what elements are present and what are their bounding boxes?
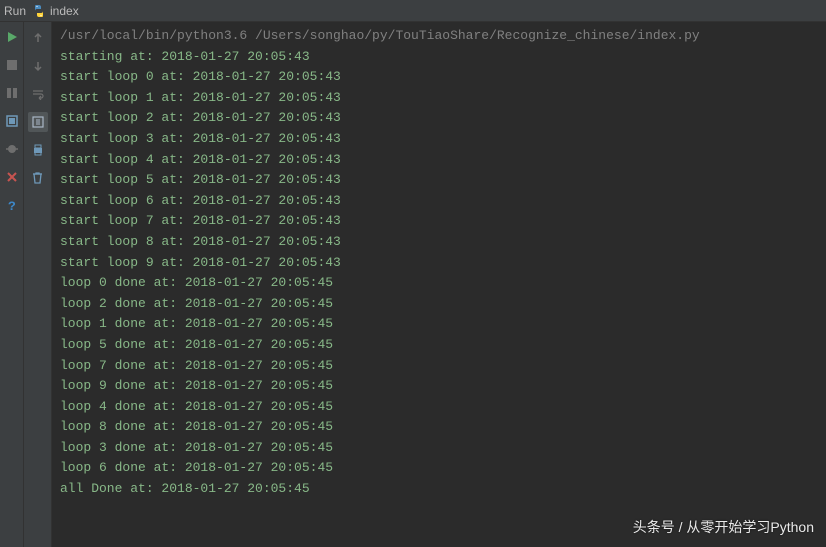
- main-area: ? /usr/local/bin/python3.6 /Users/songha…: [0, 22, 826, 547]
- watermark-text: 头条号 / 从零开始学习Python: [633, 517, 814, 537]
- console-line: all Done at: 2018-01-27 20:05:45: [60, 479, 818, 500]
- run-left-toolbar: ?: [0, 22, 24, 547]
- console-line: loop 0 done at: 2018-01-27 20:05:45: [60, 273, 818, 294]
- down-stack-button[interactable]: [28, 56, 48, 76]
- console-line: loop 9 done at: 2018-01-27 20:05:45: [60, 376, 818, 397]
- console-line: loop 6 done at: 2018-01-27 20:05:45: [60, 458, 818, 479]
- scroll-to-end-button[interactable]: [28, 112, 48, 132]
- rerun-button[interactable]: [3, 28, 21, 46]
- svg-text:?: ?: [8, 199, 16, 212]
- console-line: start loop 2 at: 2018-01-27 20:05:43: [60, 108, 818, 129]
- console-line: start loop 8 at: 2018-01-27 20:05:43: [60, 232, 818, 253]
- pause-button[interactable]: [3, 84, 21, 102]
- console-line: loop 5 done at: 2018-01-27 20:05:45: [60, 335, 818, 356]
- run-secondary-toolbar: [24, 22, 52, 547]
- run-config-name[interactable]: index: [50, 4, 79, 18]
- attach-debugger-button[interactable]: [3, 140, 21, 158]
- run-label: Run: [4, 4, 32, 18]
- console-line: start loop 3 at: 2018-01-27 20:05:43: [60, 129, 818, 150]
- clear-all-button[interactable]: [28, 168, 48, 188]
- close-button[interactable]: [3, 168, 21, 186]
- python-file-icon: [32, 4, 46, 18]
- console-line: loop 1 done at: 2018-01-27 20:05:45: [60, 314, 818, 335]
- console-line: loop 3 done at: 2018-01-27 20:05:45: [60, 438, 818, 459]
- console-line: loop 7 done at: 2018-01-27 20:05:45: [60, 356, 818, 377]
- soft-wrap-button[interactable]: [28, 84, 48, 104]
- console-line: start loop 7 at: 2018-01-27 20:05:43: [60, 211, 818, 232]
- console-line: start loop 5 at: 2018-01-27 20:05:43: [60, 170, 818, 191]
- help-button[interactable]: ?: [3, 196, 21, 214]
- up-stack-button[interactable]: [28, 28, 48, 48]
- console-line: loop 2 done at: 2018-01-27 20:05:45: [60, 294, 818, 315]
- console-line: start loop 0 at: 2018-01-27 20:05:43: [60, 67, 818, 88]
- print-button[interactable]: [28, 140, 48, 160]
- console-line: loop 4 done at: 2018-01-27 20:05:45: [60, 397, 818, 418]
- console-line: start loop 6 at: 2018-01-27 20:05:43: [60, 191, 818, 212]
- console-line: start loop 4 at: 2018-01-27 20:05:43: [60, 150, 818, 171]
- console-output[interactable]: /usr/local/bin/python3.6 /Users/songhao/…: [52, 22, 826, 547]
- console-line: loop 8 done at: 2018-01-27 20:05:45: [60, 417, 818, 438]
- run-tab-bar: Run index: [0, 0, 826, 22]
- console-command-line: /usr/local/bin/python3.6 /Users/songhao/…: [60, 26, 818, 47]
- console-line: starting at: 2018-01-27 20:05:43: [60, 47, 818, 68]
- stop-button[interactable]: [3, 56, 21, 74]
- dump-threads-button[interactable]: [3, 112, 21, 130]
- console-line: start loop 1 at: 2018-01-27 20:05:43: [60, 88, 818, 109]
- console-line: start loop 9 at: 2018-01-27 20:05:43: [60, 253, 818, 274]
